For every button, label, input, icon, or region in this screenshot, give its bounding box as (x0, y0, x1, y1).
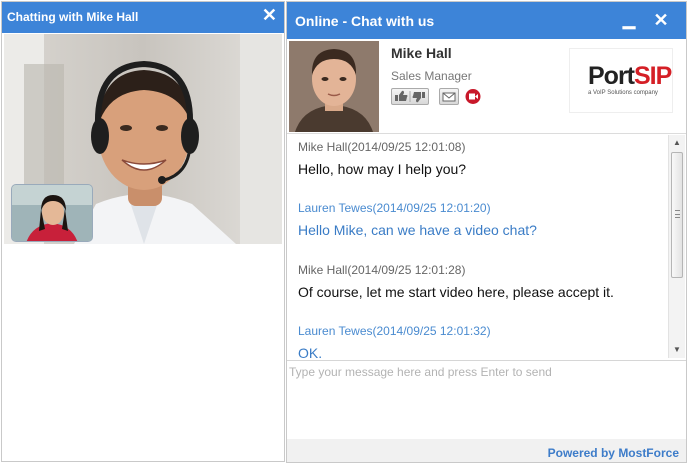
chat-message: Mike Hall(2014/09/25 12:01:08) Hello, ho… (298, 140, 466, 177)
agent-info-card: Mike Hall Sales Manager PortSIP a VoIP S… (287, 39, 686, 134)
portsip-logo: PortSIP a VoIP Solutions company (569, 48, 673, 113)
message-list[interactable]: Mike Hall(2014/09/25 12:01:08) Hello, ho… (287, 135, 669, 358)
powered-by-link[interactable]: Powered by MostForce (548, 446, 679, 460)
thumbs-down-icon[interactable] (412, 92, 426, 103)
message-composer (287, 360, 686, 439)
chat-message: Lauren Tewes(2014/09/25 12:01:32) OK. (298, 324, 491, 358)
message-input[interactable] (287, 361, 686, 439)
message-meta: Mike Hall(2014/09/25 12:01:28) (298, 263, 466, 277)
logo-text-sip: SIP (634, 62, 672, 90)
message-text: Hello, how may I help you? (298, 161, 467, 177)
video-chat-window: Chatting with Mike Hall ✕ (1, 1, 285, 462)
minimize-icon[interactable]: ▁ (618, 8, 640, 32)
agent-role: Sales Manager (391, 69, 472, 83)
logo-tagline: a VoIP Solutions company (588, 90, 658, 96)
message-text: Hello Mike, can we have a video chat? (298, 222, 537, 238)
chat-window-title: Online - Chat with us (295, 13, 435, 29)
chat-message: Lauren Tewes(2014/09/25 12:01:20) Hello … (298, 201, 537, 238)
chat-footer: Powered by MostForce (287, 439, 686, 462)
chat-message: Mike Hall(2014/09/25 12:01:28) Of course… (298, 263, 614, 300)
email-transcript-button[interactable] (439, 88, 459, 105)
message-text: Of course, let me start video here, plea… (298, 284, 614, 300)
scroll-down-icon[interactable]: ▼ (669, 342, 685, 358)
rating-icons (395, 90, 426, 103)
logo-wordmark: PortSIP (588, 62, 672, 90)
agent-portrait (289, 41, 379, 132)
message-text: OK. (298, 345, 323, 358)
logo-text-port: Port (588, 62, 635, 90)
grip-icon (675, 210, 680, 218)
remote-video-feed (4, 34, 282, 244)
chat-window: Online - Chat with us ▁ ✕ Mike Hall Sale… (286, 1, 687, 463)
rate-agent-button[interactable] (391, 88, 429, 105)
close-icon[interactable]: ✕ (262, 5, 277, 25)
message-meta: Lauren Tewes(2014/09/25 12:01:20) (298, 201, 491, 215)
video-window-header: Chatting with Mike Hall ✕ (2, 2, 284, 33)
start-video-button[interactable] (464, 88, 482, 105)
video-window-title: Chatting with Mike Hall (7, 10, 139, 24)
thumbs-up-icon[interactable] (395, 90, 408, 101)
agent-avatar (289, 41, 379, 132)
close-icon[interactable]: ✕ (650, 8, 672, 32)
local-video-preview (11, 184, 93, 242)
scroll-up-icon[interactable]: ▲ (669, 135, 685, 151)
email-icon (442, 92, 456, 102)
visitor-video-image (12, 185, 92, 241)
chat-window-header: Online - Chat with us ▁ ✕ (287, 2, 686, 39)
agent-name: Mike Hall (391, 45, 452, 61)
video-call-icon (465, 89, 481, 104)
message-meta: Mike Hall(2014/09/25 12:01:08) (298, 140, 466, 154)
message-scrollbar[interactable]: ▲ ▼ (668, 135, 685, 358)
message-meta: Lauren Tewes(2014/09/25 12:01:32) (298, 324, 491, 338)
scrollbar-thumb[interactable] (671, 152, 683, 278)
